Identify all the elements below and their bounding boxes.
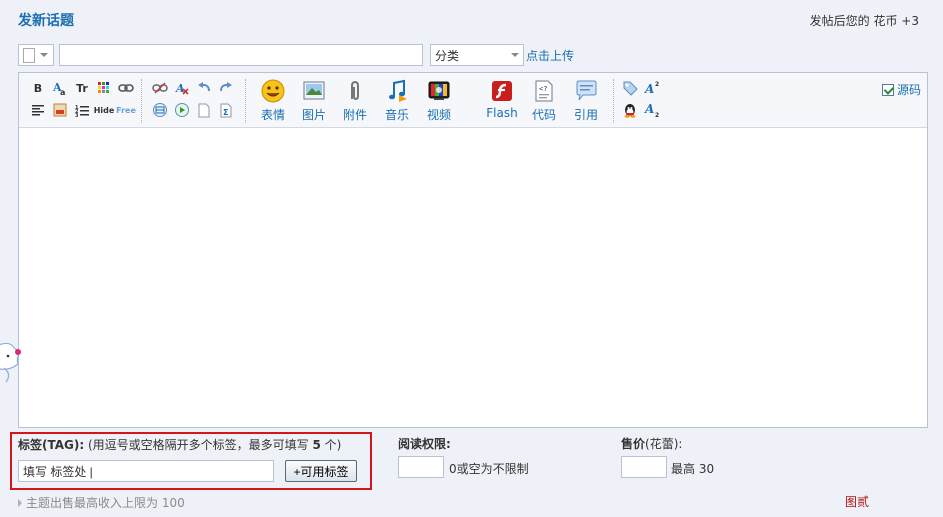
image-label: 图片 — [301, 108, 326, 122]
font-size-icon[interactable]: Tr — [73, 79, 91, 97]
hide-icon[interactable]: Hide — [94, 101, 115, 119]
read-permission-label: 阅读权限: — [398, 437, 451, 451]
flash-icon — [490, 79, 514, 103]
read-permission-input[interactable] — [398, 456, 444, 478]
music-button[interactable]: 音乐 — [377, 79, 417, 123]
paperclip-icon — [343, 79, 367, 103]
smiley-icon — [261, 79, 285, 103]
upload-link[interactable]: 点击上传 — [526, 47, 574, 64]
price-label-unit: (花蕾): — [645, 437, 683, 451]
link-icon[interactable] — [117, 79, 135, 97]
svg-text:A: A — [644, 102, 654, 116]
toolbar-divider — [613, 79, 614, 123]
insert-media-icon[interactable] — [173, 101, 191, 119]
video-button[interactable]: 视频 — [419, 79, 459, 123]
quote-button[interactable]: 引用 — [566, 79, 606, 123]
source-mode-toggle[interactable]: 源码 — [881, 81, 921, 98]
attachment-button[interactable]: 附件 — [335, 79, 375, 123]
topic-title-input[interactable] — [59, 44, 423, 66]
tag-label-hint: (用逗号或空格隔开多个标签，最多可填写 — [84, 438, 313, 452]
source-mode-label: 源码 — [896, 83, 921, 97]
background-color-icon[interactable] — [51, 101, 69, 119]
image-link[interactable]: 图贰 — [845, 493, 869, 510]
sale-limit-note: 主题出售最高收入上限为 100 — [18, 494, 185, 511]
subscript-icon[interactable]: A2 — [643, 101, 661, 119]
page-title: 发新话题 — [18, 13, 74, 29]
code-icon: <? — [532, 79, 556, 103]
tag-label: 标签(TAG): (用逗号或空格隔开多个标签，最多可填写 5 个) — [18, 436, 341, 453]
quote-label: 引用 — [573, 108, 598, 122]
price-input[interactable] — [621, 456, 667, 478]
code-label: 代码 — [531, 108, 556, 122]
music-note-icon — [385, 79, 409, 103]
picture-icon — [302, 79, 326, 103]
bold-icon[interactable]: B — [29, 79, 47, 97]
chevron-down-icon — [40, 53, 48, 57]
svg-text:Σ: Σ — [223, 108, 228, 117]
free-icon[interactable]: Free — [116, 101, 136, 119]
post-type-select[interactable] — [18, 44, 54, 66]
flash-label: Flash — [486, 106, 518, 120]
font-family-icon[interactable]: Aa — [51, 79, 69, 97]
blank-page-icon[interactable] — [195, 101, 213, 119]
category-select[interactable]: 分类 — [430, 44, 524, 66]
emoticon-label: 表情 — [260, 108, 285, 122]
caret-right-icon — [18, 498, 22, 507]
redo-icon[interactable] — [217, 79, 235, 97]
editor-content-area[interactable] — [19, 129, 927, 427]
source-mode-checkbox[interactable] — [881, 83, 894, 96]
editor-toolbar: B Aa Tr 123 Hide Free A Σ 表情 图片 附件 音乐 视频… — [19, 73, 927, 128]
tv-icon — [427, 79, 451, 103]
video-label: 视频 — [426, 108, 451, 122]
code-button[interactable]: <? 代码 — [524, 79, 564, 123]
flash-button[interactable]: Flash — [482, 79, 522, 120]
post-editor: B Aa Tr 123 Hide Free A Σ 表情 图片 附件 音乐 视频… — [18, 72, 928, 428]
svg-text:a: a — [60, 88, 65, 96]
price-label: 售价(花蕾): — [621, 435, 682, 452]
svg-text:<?: <? — [539, 85, 547, 93]
align-left-icon[interactable] — [29, 101, 47, 119]
tag-input[interactable] — [18, 460, 274, 482]
sigma-icon[interactable]: Σ — [217, 101, 235, 119]
qq-icon[interactable] — [621, 101, 639, 119]
svg-text:A: A — [644, 82, 654, 96]
insert-table-icon[interactable] — [151, 101, 169, 119]
mascot-cat-icon — [0, 342, 21, 383]
tag-label-title: 标签(TAG): — [18, 438, 85, 452]
image-button[interactable]: 图片 — [294, 79, 334, 123]
credit-notice: 发帖后您的 花币 +3 — [809, 14, 919, 28]
tag-section: 标签(TAG): (用逗号或空格隔开多个标签，最多可填写 5 个) +可用标签 — [10, 432, 372, 490]
svg-text:2: 2 — [655, 112, 659, 118]
unlink-icon[interactable] — [151, 79, 169, 97]
music-label: 音乐 — [384, 108, 409, 122]
font-color-icon[interactable] — [95, 79, 113, 97]
price-label-title: 售价 — [621, 437, 646, 451]
tag-icon[interactable] — [621, 79, 639, 97]
chevron-down-icon — [511, 53, 519, 57]
available-tags-button[interactable]: +可用标签 — [285, 460, 357, 482]
emoticon-button[interactable]: 表情 — [253, 79, 293, 123]
undo-icon[interactable] — [195, 79, 213, 97]
topic-header-bar: 分类 点击上传 — [18, 44, 574, 66]
svg-text:3: 3 — [75, 113, 79, 117]
remove-format-icon[interactable]: A — [173, 79, 191, 97]
sale-limit-text: 主题出售最高收入上限为 100 — [26, 496, 185, 510]
ordered-list-icon[interactable]: 123 — [73, 101, 91, 119]
document-icon — [23, 47, 35, 63]
tag-label-max: 5 — [312, 438, 321, 452]
quote-bubble-icon — [574, 79, 598, 103]
category-selected-value: 分类 — [435, 48, 460, 63]
svg-text:2: 2 — [655, 81, 659, 88]
toolbar-divider — [245, 79, 246, 123]
attachment-label: 附件 — [342, 108, 367, 122]
tag-label-end: 个) — [320, 438, 342, 452]
superscript-icon[interactable]: A2 — [643, 79, 661, 97]
format-tools: B Aa Tr 123 Hide Free — [29, 79, 139, 123]
read-permission-hint: 0或空为不限制 — [449, 462, 529, 476]
price-hint: 最高 30 — [671, 462, 715, 476]
toolbar-divider — [141, 79, 142, 123]
extra-tools: A2 A2 — [621, 79, 665, 123]
edit-tools: A Σ — [151, 79, 239, 123]
